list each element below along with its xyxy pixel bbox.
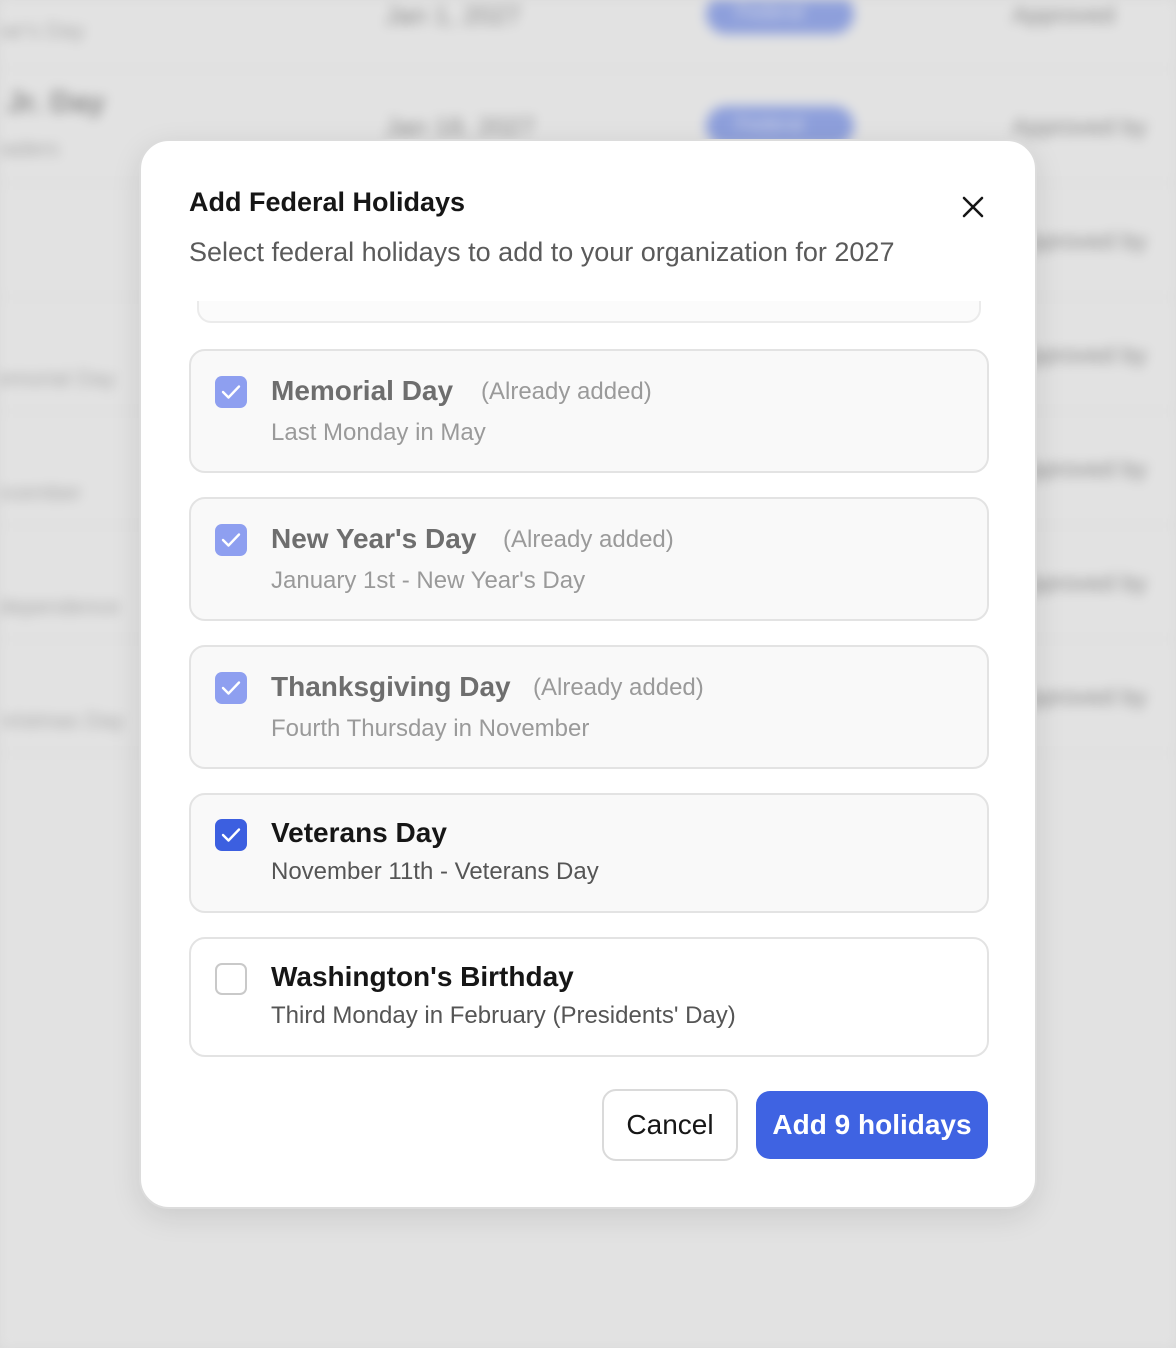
- holiday-name: Washington's Birthday: [271, 961, 574, 992]
- holiday-list[interactable]: Memorial Day (Already added) Last Monday…: [189, 301, 991, 1061]
- holiday-name: Veterans Day: [271, 817, 447, 848]
- holiday-card-clipped: [197, 301, 981, 323]
- checkmark-icon: [221, 681, 241, 695]
- holiday-name: Thanksgiving Day: [271, 671, 511, 702]
- holiday-checkbox[interactable]: [215, 963, 247, 995]
- holiday-card-memorial-day[interactable]: Memorial Day (Already added) Last Monday…: [189, 349, 989, 473]
- holiday-checkbox[interactable]: [215, 672, 247, 704]
- holiday-checkbox[interactable]: [215, 819, 247, 851]
- cancel-button[interactable]: Cancel: [602, 1089, 738, 1161]
- add-holidays-button[interactable]: Add 9 holidays: [756, 1091, 988, 1159]
- holiday-card-new-years-day[interactable]: New Year's Day (Already added) January 1…: [189, 497, 989, 621]
- holiday-card-washingtons-birthday[interactable]: Washington's Birthday Third Monday in Fe…: [189, 937, 989, 1057]
- holiday-checkbox[interactable]: [215, 376, 247, 408]
- close-icon: [962, 196, 984, 218]
- holiday-checkbox[interactable]: [215, 524, 247, 556]
- holiday-card-veterans-day[interactable]: Veterans Day November 11th - Veterans Da…: [189, 793, 989, 913]
- add-holidays-dialog: Add Federal Holidays Select federal holi…: [139, 139, 1037, 1209]
- dialog-subtitle: Select federal holidays to add to your o…: [189, 237, 895, 267]
- checkmark-icon: [221, 533, 241, 547]
- checkmark-icon: [221, 385, 241, 399]
- already-added-badge: (Already added): [503, 526, 674, 553]
- already-added-badge: (Already added): [481, 378, 652, 405]
- holiday-description: Fourth Thursday in November: [271, 715, 590, 742]
- close-button[interactable]: [957, 191, 989, 223]
- holiday-card-thanksgiving-day[interactable]: Thanksgiving Day (Already added) Fourth …: [189, 645, 989, 769]
- already-added-badge: (Already added): [533, 674, 704, 701]
- dialog-title: Add Federal Holidays: [189, 187, 466, 217]
- checkmark-icon: [221, 828, 241, 842]
- holiday-name: New Year's Day: [271, 523, 477, 554]
- holiday-description: Third Monday in February (Presidents' Da…: [271, 1002, 736, 1029]
- holiday-description: Last Monday in May: [271, 419, 486, 446]
- holiday-name: Memorial Day: [271, 375, 454, 406]
- holiday-description: November 11th - Veterans Day: [271, 858, 599, 885]
- holiday-description: January 1st - New Year's Day: [271, 567, 586, 594]
